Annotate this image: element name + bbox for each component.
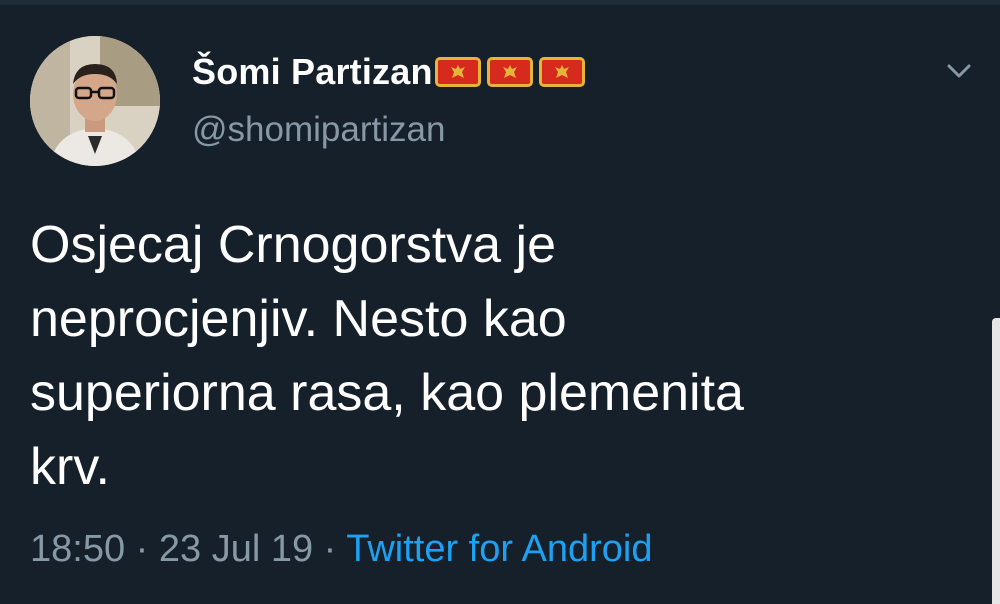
edge-panel [992, 318, 1000, 604]
tweet-text-line: superiorna rasa, kao plemenita [30, 364, 744, 422]
user-handle[interactable]: @shomipartizan [192, 110, 585, 150]
author-block[interactable]: Šomi Partizan @shomipartizan [192, 50, 585, 150]
tweet-source-link[interactable]: Twitter for Android [346, 528, 652, 570]
display-name[interactable]: Šomi Partizan [192, 51, 433, 93]
meta-separator: · [323, 528, 337, 570]
tweet-text: Osjecaj Crnogorstva je neprocjenjiv. Nes… [30, 208, 930, 504]
meta-separator: · [135, 528, 149, 570]
tweet: Šomi Partizan @shomipartizan Osjecaj Crn… [0, 0, 1000, 604]
chevron-down-icon[interactable] [944, 58, 974, 82]
tweet-meta: 18:50 · 23 Jul 19 · Twitter for Android [30, 528, 652, 571]
tweet-date[interactable]: 23 Jul 19 [159, 528, 313, 570]
tweet-text-line: Osjecaj Crnogorstva je [30, 216, 556, 274]
tweet-time[interactable]: 18:50 [30, 528, 125, 570]
montenegro-flag-icon [538, 57, 585, 87]
display-name-row[interactable]: Šomi Partizan [192, 50, 585, 94]
montenegro-flag-icon [486, 57, 533, 87]
tweet-text-line: neprocjenjiv. Nesto kao [30, 290, 567, 348]
tweet-text-line: krv. [30, 438, 110, 496]
flag-emoji-group [434, 57, 585, 87]
montenegro-flag-icon [434, 57, 481, 87]
avatar[interactable] [30, 36, 160, 166]
